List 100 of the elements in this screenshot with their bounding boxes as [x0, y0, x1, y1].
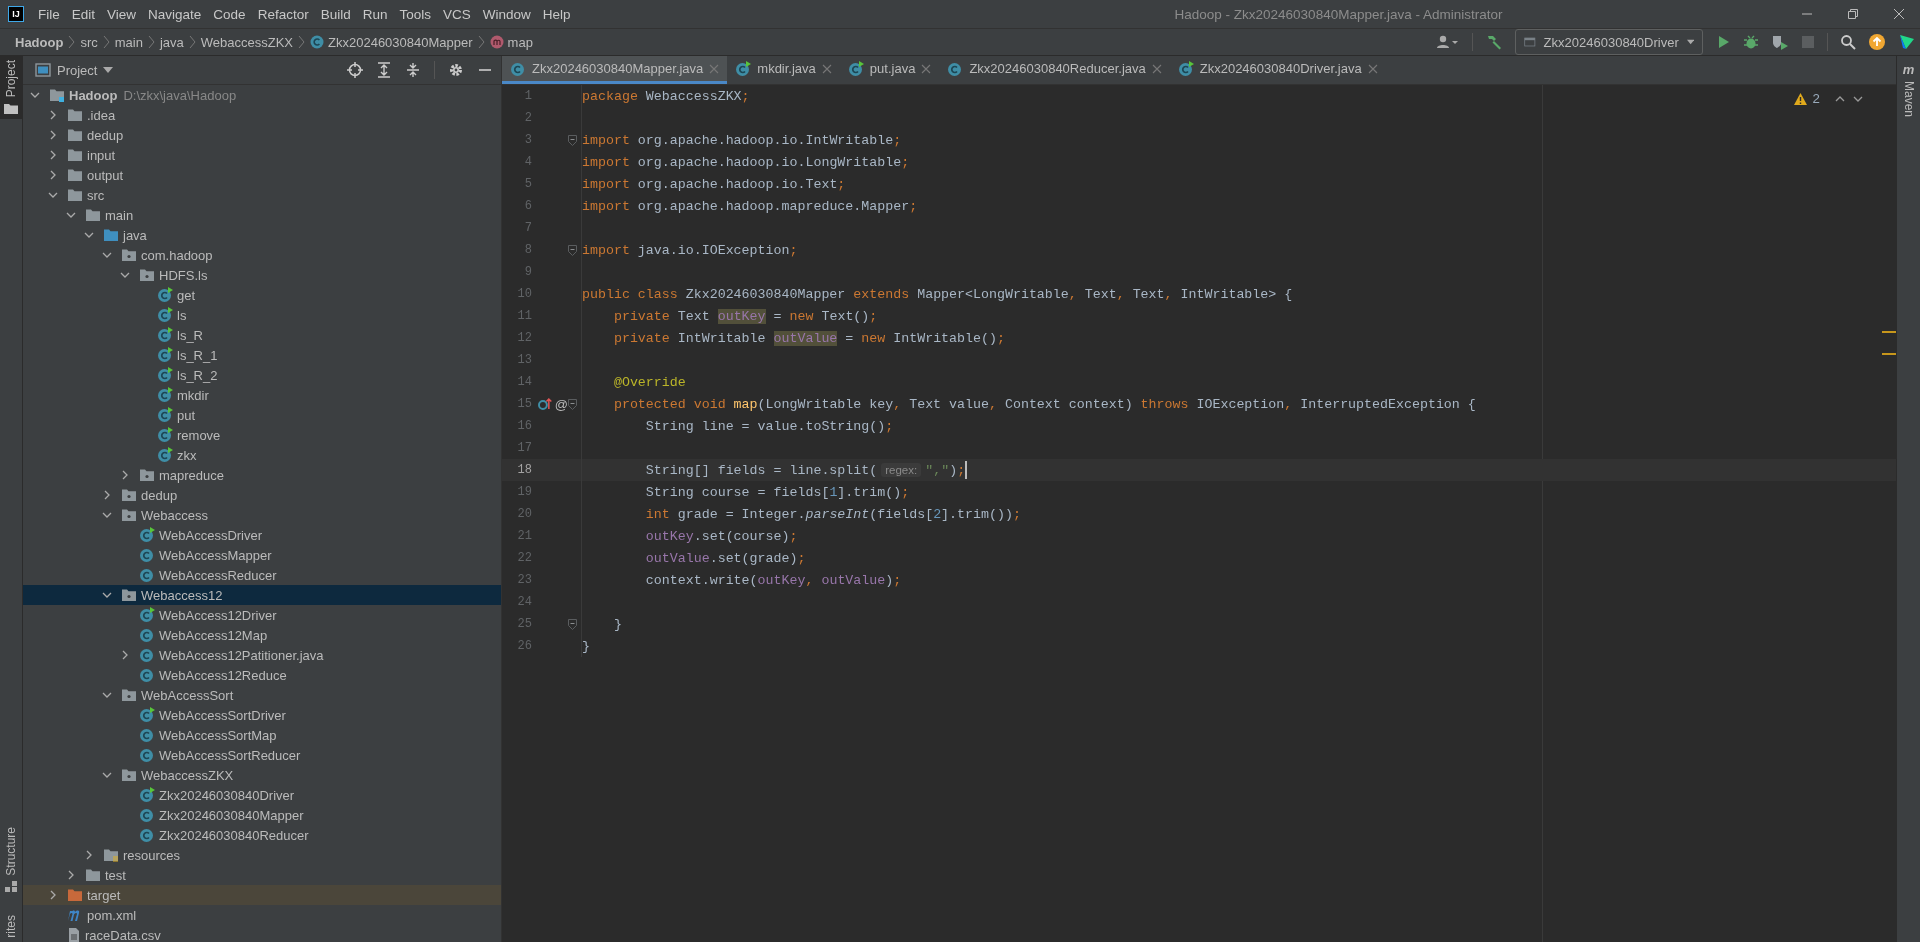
expand-all-icon[interactable]: [376, 62, 392, 78]
tree-item[interactable]: WebAccessSortMap: [23, 725, 501, 745]
run-configuration-dropdown[interactable]: Zkx20246030840Driver: [1515, 29, 1703, 55]
tree-item[interactable]: HDFS.ls: [23, 265, 501, 285]
tree-item[interactable]: mkdir: [23, 385, 501, 405]
tree-item[interactable]: mapreduce: [23, 465, 501, 485]
tool-window-tab[interactable]: rites: [0, 911, 22, 942]
close-icon[interactable]: [821, 63, 832, 74]
tree-item[interactable]: src: [23, 185, 501, 205]
tree-item[interactable]: java: [23, 225, 501, 245]
panel-title[interactable]: Project: [57, 62, 98, 78]
tree-item[interactable]: .idea: [23, 105, 501, 125]
tree-item[interactable]: remove: [23, 425, 501, 445]
tree-item[interactable]: WebAccess12Reduce: [23, 665, 501, 685]
toolbox-icon[interactable]: [1898, 33, 1916, 51]
tree-item[interactable]: dedup: [23, 125, 501, 145]
tree-item[interactable]: WebAccessSortReducer: [23, 745, 501, 765]
fold-icon[interactable]: [568, 244, 577, 256]
debug-icon[interactable]: [1743, 34, 1759, 50]
menu-item[interactable]: Window: [476, 6, 537, 22]
tree-item[interactable]: WebAccess12Driver: [23, 605, 501, 625]
tool-window-tab[interactable]: Structure: [0, 822, 22, 898]
tree-item[interactable]: Zkx20246030840Driver: [23, 785, 501, 805]
tree-item[interactable]: main: [23, 205, 501, 225]
editor-tab[interactable]: mkdir.java: [727, 56, 840, 84]
restore-icon[interactable]: [1846, 7, 1860, 21]
menu-item[interactable]: Tools: [393, 6, 437, 22]
menu-item[interactable]: VCS: [437, 6, 477, 22]
tree-item[interactable]: Zkx20246030840Reducer: [23, 825, 501, 845]
override-icon[interactable]: [538, 397, 552, 411]
fold-icon[interactable]: [568, 134, 577, 146]
tree-item[interactable]: Hadoop D:\zkx\java\Hadoop: [23, 85, 501, 105]
warning-count[interactable]: 2: [1812, 91, 1820, 106]
tree-item[interactable]: WebAccessReducer: [23, 565, 501, 585]
tree-item[interactable]: com.hadoop: [23, 245, 501, 265]
tree-item[interactable]: WebAccessDriver: [23, 525, 501, 545]
menu-item[interactable]: Build: [314, 6, 357, 22]
tree-item[interactable]: ls_R_1: [23, 345, 501, 365]
close-icon[interactable]: [1892, 7, 1906, 21]
close-icon[interactable]: [1151, 63, 1162, 74]
menu-item[interactable]: Help: [536, 6, 577, 22]
breadcrumb-item[interactable]: java: [154, 34, 189, 50]
coverage-icon[interactable]: [1771, 34, 1789, 50]
warning-icon[interactable]: [1793, 92, 1807, 105]
menu-item[interactable]: View: [101, 6, 143, 22]
settings-icon[interactable]: [448, 62, 464, 78]
close-icon[interactable]: [1367, 63, 1378, 74]
update-icon[interactable]: [1868, 33, 1886, 51]
editor-tab[interactable]: Zkx20246030840Reducer.java: [939, 56, 1170, 84]
close-icon[interactable]: [921, 63, 932, 74]
tree-item[interactable]: WebaccessZKX: [23, 765, 501, 785]
user-icon[interactable]: [1436, 34, 1460, 50]
breadcrumb-item[interactable]: main: [109, 34, 148, 50]
tree-item[interactable]: WebAccessSortDriver: [23, 705, 501, 725]
tree-item[interactable]: zkx: [23, 445, 501, 465]
tree-item[interactable]: Zkx20246030840Mapper: [23, 805, 501, 825]
tree-item[interactable]: test: [23, 865, 501, 885]
breadcrumb-item[interactable]: src: [75, 34, 103, 50]
fold-icon[interactable]: [568, 398, 577, 410]
tree-item[interactable]: dedup: [23, 485, 501, 505]
implementation-mark[interactable]: @: [554, 396, 568, 412]
tree-item[interactable]: ls_R_2: [23, 365, 501, 385]
locate-icon[interactable]: [347, 62, 363, 78]
menu-item[interactable]: Navigate: [142, 6, 208, 22]
tree-item[interactable]: raceData.csv: [23, 925, 501, 942]
tree-item[interactable]: WebAccess12Map: [23, 625, 501, 645]
menu-item[interactable]: Refactor: [251, 6, 315, 22]
tree-item[interactable]: WebAccessMapper: [23, 545, 501, 565]
tree-item[interactable]: Webaccess: [23, 505, 501, 525]
tree-item[interactable]: pom.xml: [23, 905, 501, 925]
breadcrumb-item[interactable]: Hadoop: [10, 34, 69, 50]
tree-item[interactable]: ls_R: [23, 325, 501, 345]
tree-item[interactable]: input: [23, 145, 501, 165]
tree-item[interactable]: WebAccessSort: [23, 685, 501, 705]
menu-item[interactable]: Run: [356, 6, 394, 22]
tree-item[interactable]: WebAccess12Patitioner.java: [23, 645, 501, 665]
tool-window-tab[interactable]: Project: [0, 56, 22, 120]
breadcrumb-item[interactable]: Zkx20246030840Mapper: [305, 34, 478, 50]
fold-icon[interactable]: [568, 618, 577, 630]
tree-item[interactable]: put: [23, 405, 501, 425]
tool-window-tab[interactable]: Maven: [1901, 81, 1916, 118]
breadcrumb-item[interactable]: map: [484, 34, 538, 50]
breadcrumb-item[interactable]: WebaccessZKX: [195, 34, 299, 50]
editor-tab[interactable]: Zkx20246030840Driver.java: [1169, 56, 1386, 84]
menu-item[interactable]: Edit: [65, 6, 102, 22]
editor-tab[interactable]: put.java: [839, 56, 940, 84]
editor-tab[interactable]: Zkx20246030840Mapper.java: [502, 56, 728, 84]
menu-item[interactable]: Code: [207, 6, 252, 22]
caret-icon[interactable]: [103, 67, 114, 73]
search-icon[interactable]: [1840, 34, 1856, 50]
tree-item[interactable]: target: [23, 885, 501, 905]
tree-item[interactable]: output: [23, 165, 501, 185]
tree-item[interactable]: Webaccess12: [23, 585, 501, 605]
menu-item[interactable]: File: [32, 6, 66, 22]
tree-item[interactable]: resources: [23, 845, 501, 865]
tree-item[interactable]: ls: [23, 305, 501, 325]
maven-icon[interactable]: m: [1902, 62, 1915, 77]
hammer-icon[interactable]: [1485, 33, 1503, 51]
tree-item[interactable]: get: [23, 285, 501, 305]
collapse-all-icon[interactable]: [405, 62, 421, 78]
